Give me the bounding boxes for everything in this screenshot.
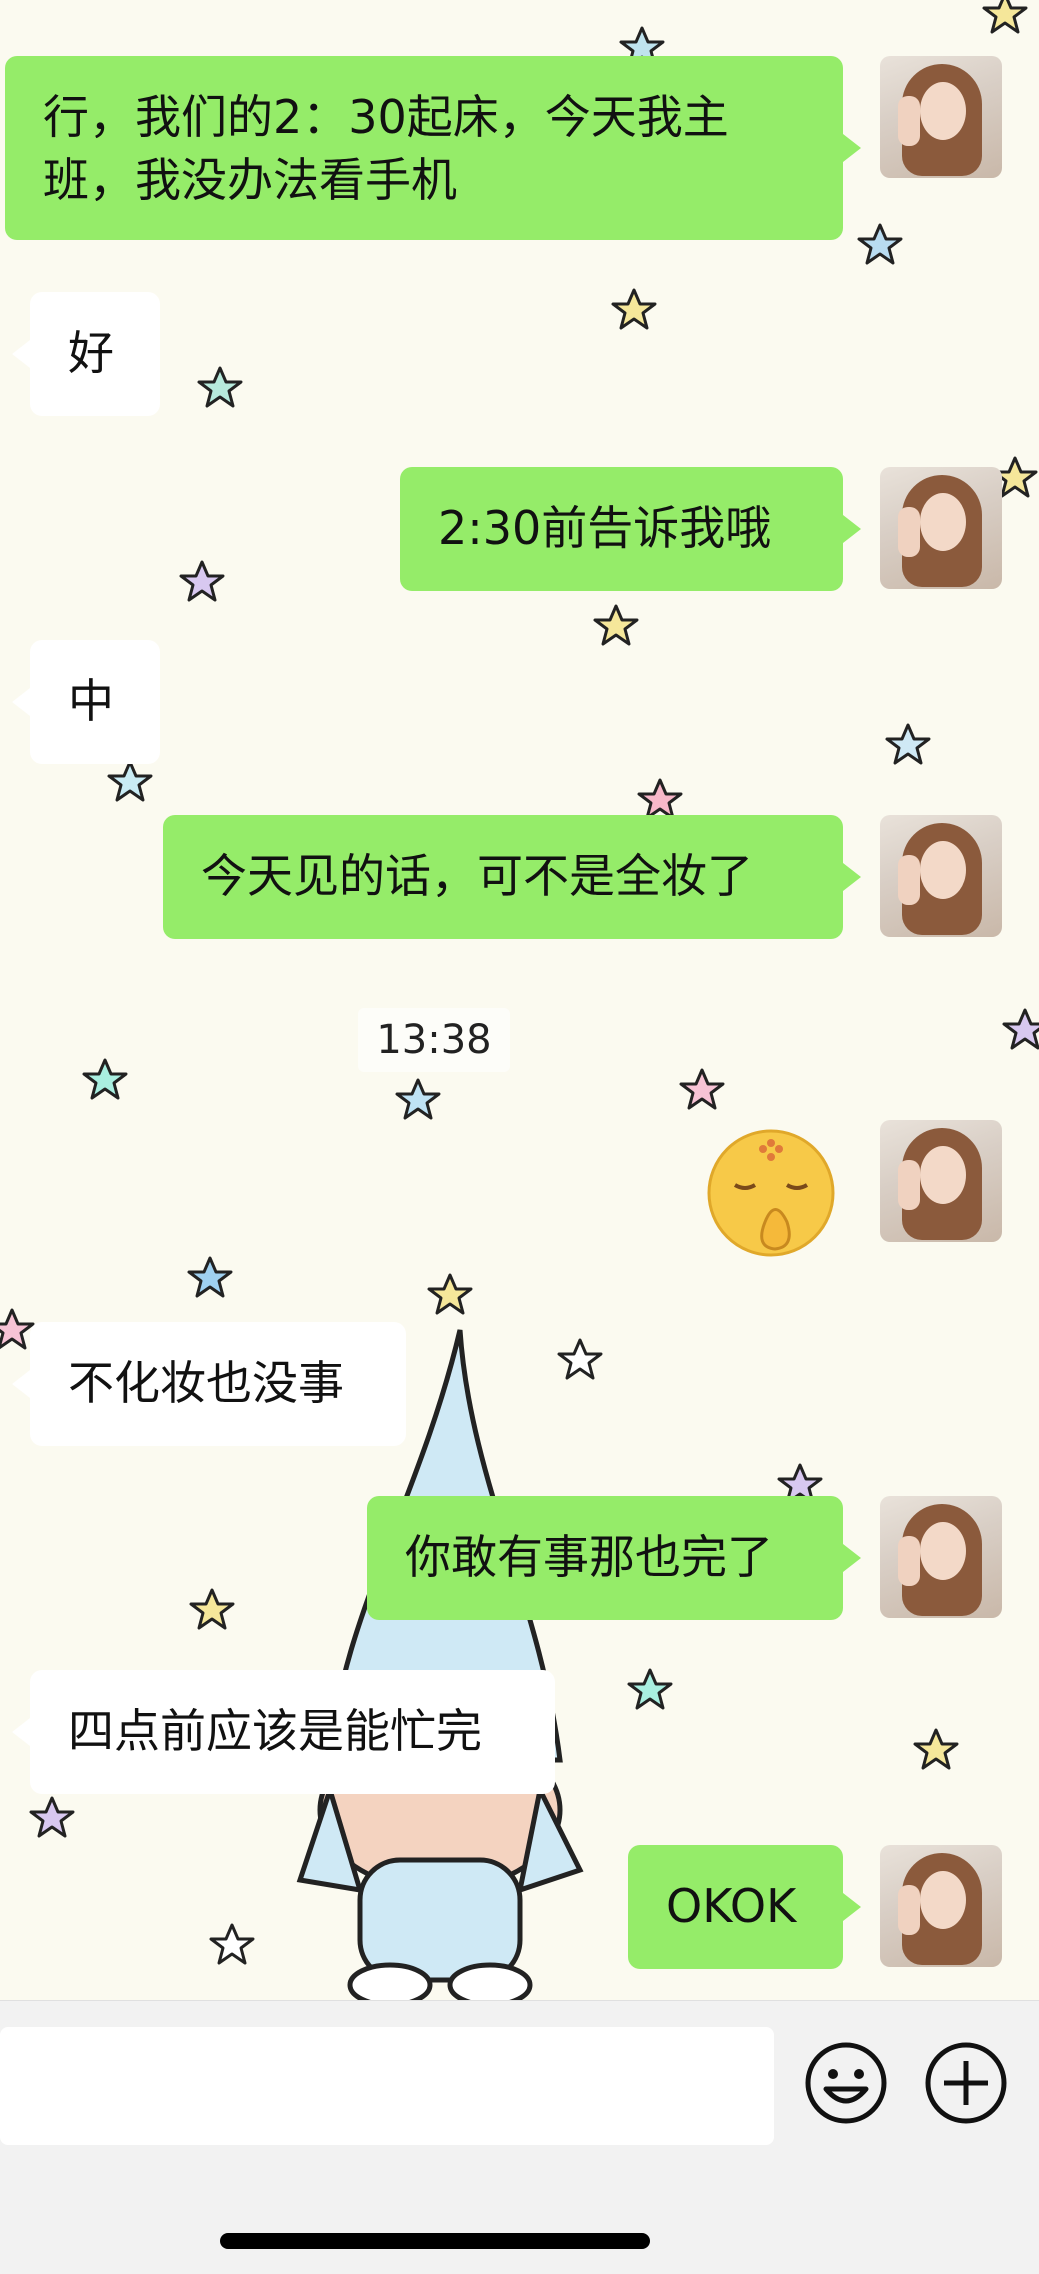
star-icon xyxy=(611,288,657,330)
avatar[interactable] xyxy=(880,56,1002,178)
message-input[interactable] xyxy=(0,2027,774,2145)
star-icon xyxy=(557,1338,603,1380)
star-icon xyxy=(189,1588,235,1630)
message-bubble-incoming[interactable]: 四点前应该是能忙完 xyxy=(12,1670,555,1794)
chat-area[interactable]: 行，我们的2：30起床，今天我主班，我没办法看手机 好 2:30前告诉我哦 中 … xyxy=(0,0,1039,2000)
message-timestamp: 13:38 xyxy=(358,1008,510,1072)
praying-emoji-sticker[interactable] xyxy=(705,1127,840,1262)
avatar[interactable] xyxy=(880,1845,1002,1967)
avatar[interactable] xyxy=(880,815,1002,937)
message-bubble-outgoing[interactable]: 行，我们的2：30起床，今天我主班，我没办法看手机 xyxy=(5,56,861,240)
star-icon xyxy=(179,560,225,602)
message-bubble-outgoing[interactable]: 你敢有事那也完了 xyxy=(367,1496,861,1620)
star-icon xyxy=(885,723,931,765)
star-icon xyxy=(637,778,683,820)
avatar[interactable] xyxy=(880,467,1002,589)
message-bubble-outgoing[interactable]: 2:30前告诉我哦 xyxy=(400,467,861,591)
star-icon xyxy=(593,604,639,646)
star-icon xyxy=(0,1308,35,1350)
smiley-face-icon[interactable] xyxy=(804,2041,888,2125)
star-icon xyxy=(679,1068,725,1110)
star-icon xyxy=(187,1256,233,1298)
star-icon xyxy=(209,1923,255,1965)
message-bubble-outgoing[interactable]: OKOK xyxy=(628,1845,861,1969)
star-icon xyxy=(627,1668,673,1710)
avatar[interactable] xyxy=(880,1120,1002,1242)
star-icon xyxy=(197,366,243,408)
star-icon xyxy=(395,1078,441,1120)
star-icon xyxy=(913,1728,959,1770)
star-icon xyxy=(107,760,153,802)
message-bubble-incoming[interactable]: 好 xyxy=(12,292,160,416)
star-icon xyxy=(82,1058,128,1100)
home-indicator xyxy=(220,2233,650,2249)
avatar[interactable] xyxy=(880,1496,1002,1618)
star-icon xyxy=(857,223,903,265)
plus-circle-icon[interactable] xyxy=(924,2041,1008,2125)
star-icon xyxy=(29,1796,75,1838)
message-bubble-incoming[interactable]: 中 xyxy=(12,640,160,764)
message-bubble-outgoing[interactable]: 今天见的话，可不是全妆了 xyxy=(163,815,861,939)
message-bubble-incoming[interactable]: 不化妆也没事 xyxy=(12,1322,406,1446)
star-icon xyxy=(1002,1008,1039,1050)
star-icon xyxy=(982,0,1028,34)
star-icon xyxy=(427,1273,473,1315)
